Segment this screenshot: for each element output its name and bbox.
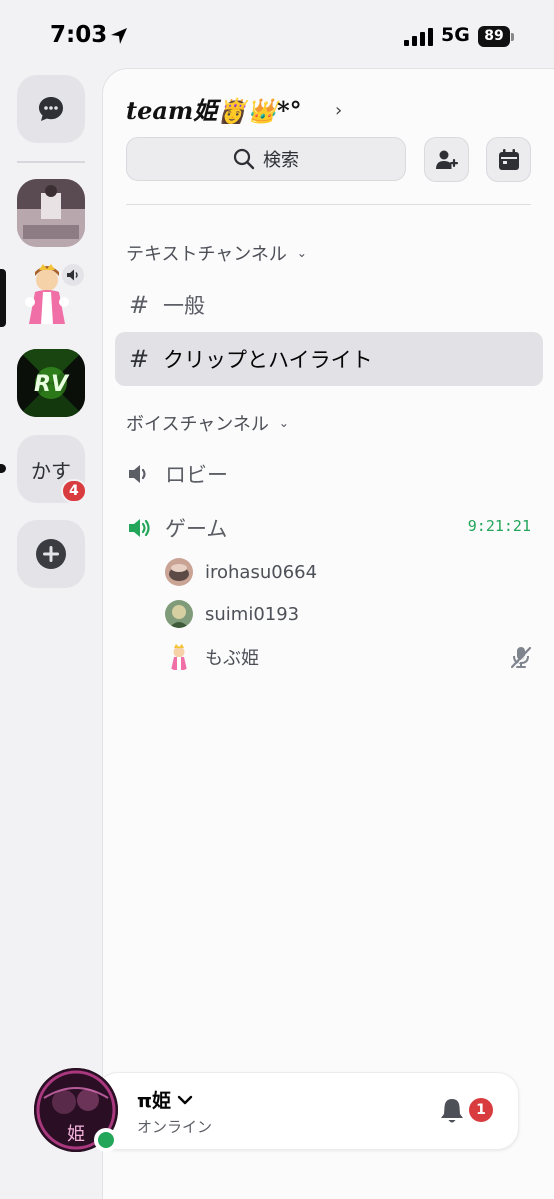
avatar: [165, 643, 193, 671]
rv-logo-text: RV: [34, 372, 70, 397]
add-server-button[interactable]: [17, 520, 85, 588]
bell-icon[interactable]: [439, 1097, 465, 1125]
rail-divider: [17, 161, 85, 163]
hash-icon: #: [128, 345, 150, 373]
avatar: [165, 600, 193, 628]
channel-name: クリップとハイライト: [163, 348, 373, 372]
server-rail: RV かす 4: [0, 66, 102, 1199]
voice-user[interactable]: もぶ姫: [165, 641, 259, 673]
direct-messages-button[interactable]: [17, 75, 85, 143]
speaker-active-icon: [129, 519, 150, 537]
category-voice-channels[interactable]: ボイスチャンネル ⌄: [126, 411, 289, 435]
voice-user[interactable]: suimi0193: [165, 598, 299, 630]
search-button[interactable]: 検索: [126, 137, 406, 181]
voice-user[interactable]: irohasu0664: [165, 556, 317, 588]
speaker-icon: [129, 465, 146, 483]
voice-channel-lobby[interactable]: ロビー: [115, 447, 543, 501]
category-text-channels[interactable]: テキストチャンネル ⌄: [126, 241, 307, 265]
hash-icon: #: [128, 291, 150, 319]
channel-name: ゲーム: [165, 517, 228, 541]
plus-icon: [36, 539, 66, 569]
voice-user-name: irohasu0664: [205, 561, 318, 583]
battery-level: 89: [478, 26, 510, 47]
avatar: [165, 558, 193, 586]
unread-indicator: [0, 464, 6, 473]
voice-timer: 9:21:21: [467, 517, 531, 535]
chevron-right-icon[interactable]: ›: [335, 100, 342, 121]
status-bar: 7:03 5G 89: [0, 0, 554, 66]
voice-channel-game[interactable]: ゲーム 9:21:21: [115, 501, 543, 555]
channel-name: 一般: [163, 294, 205, 318]
events-button[interactable]: [486, 137, 531, 182]
notification-badge: 1: [469, 1098, 493, 1122]
invite-members-button[interactable]: [424, 137, 469, 182]
server-photo[interactable]: [17, 179, 85, 247]
user-name-row[interactable]: π姫: [137, 1086, 193, 1113]
channel-name: ロビー: [165, 463, 228, 487]
header-divider: [126, 204, 531, 205]
chevron-down-icon: ⌄: [278, 416, 289, 430]
category-text-label: テキストチャンネル: [126, 244, 287, 265]
chevron-down-icon: ⌄: [296, 246, 307, 260]
voice-user-name: もぶ姫: [205, 648, 259, 669]
channel-panel: [102, 68, 554, 1199]
add-member-icon: [435, 150, 458, 169]
channel-general[interactable]: # 一般: [115, 278, 543, 332]
server-name: team姫👸👑*°: [126, 95, 302, 125]
status-time: 7:03: [50, 22, 108, 48]
selected-server-indicator: [0, 269, 6, 327]
chat-bubble-icon: [39, 97, 63, 121]
network-label: 5G: [441, 24, 470, 46]
avatar-text: 姫: [67, 1124, 85, 1145]
voice-user-name: suimi0193: [205, 603, 300, 625]
search-label: 検索: [263, 150, 299, 171]
mic-muted-icon: [510, 646, 532, 669]
server-kasu-label: かす: [31, 458, 71, 483]
user-name: π姫: [137, 1090, 172, 1112]
server-kasu-mention-badge: 4: [61, 479, 87, 503]
chevron-down-icon: [177, 1095, 193, 1104]
online-status-dot: [94, 1128, 118, 1152]
battery-icon: 89: [478, 26, 514, 47]
calendar-icon: [498, 148, 519, 170]
server-header[interactable]: team姫👸👑*°: [126, 88, 302, 128]
speaker-icon: [67, 269, 78, 281]
signal-icon: [404, 28, 433, 46]
category-voice-label: ボイスチャンネル: [126, 414, 269, 435]
user-status: オンライン: [137, 1118, 213, 1136]
search-icon: [233, 148, 255, 170]
location-arrow-icon: [111, 28, 127, 44]
voice-active-badge: [62, 264, 84, 286]
channel-clips-highlights[interactable]: # クリップとハイライト: [115, 332, 543, 386]
server-rv-logo[interactable]: RV: [17, 349, 85, 417]
